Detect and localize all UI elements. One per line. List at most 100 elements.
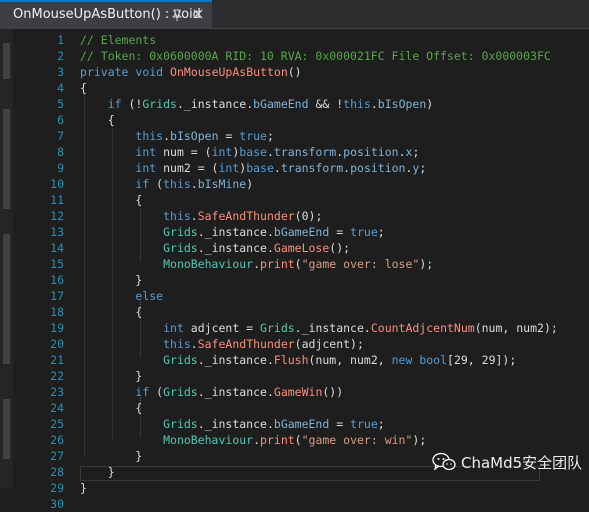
code-token: = [218, 129, 240, 143]
watermark: ChaMd5安全团队 [432, 449, 582, 475]
code-line: { [80, 192, 142, 208]
code-token: true [239, 129, 267, 143]
code-token: if [135, 385, 150, 399]
line-number: 17 [50, 289, 64, 303]
code-line: { [80, 400, 142, 416]
code-token: } [80, 449, 143, 463]
code-token: MonoBehaviour [163, 257, 254, 271]
code-token: true [350, 225, 378, 239]
line-number: 28 [50, 465, 64, 479]
line-number: 27 [50, 449, 64, 463]
code-token: "game over: lose" [301, 257, 420, 271]
code-token: { [80, 81, 87, 95]
code-token: ( [294, 257, 302, 271]
code-token: bIsOpen [377, 97, 427, 111]
code-token: { [80, 305, 143, 319]
code-token: . [163, 129, 171, 143]
code-token: { [80, 193, 143, 207]
code-token: transform [280, 161, 344, 175]
code-token: num2 = ( [156, 161, 219, 175]
code-token: ; [412, 145, 420, 159]
code-line: this.SafeAndThunder(adjcent); [80, 336, 364, 352]
line-number: 10 [50, 177, 64, 191]
code-token: true [350, 417, 378, 431]
code-line: MonoBehaviour.print("game over: win"); [80, 432, 426, 448]
code-line: int adjcent = Grids._instance.CountAdjce… [80, 320, 558, 336]
scroll-thumb[interactable] [3, 234, 10, 364]
code-token: (0); [294, 209, 323, 223]
code-token: // Elements [80, 33, 157, 47]
code-token: "game over: win" [301, 433, 413, 447]
line-number: 18 [50, 305, 64, 319]
code-token: ) [426, 97, 434, 111]
scroll-thumb[interactable] [3, 109, 10, 209]
line-number: 8 [57, 145, 64, 159]
code-token: if [107, 97, 122, 111]
tab-bar: OnMouseUpAsButton() : void [0, 0, 589, 29]
line-number: 21 [50, 353, 64, 367]
line-number: 12 [50, 209, 64, 223]
code-token: ()) [322, 385, 344, 399]
code-token: ; [266, 129, 274, 143]
code-token: && ! [308, 97, 344, 111]
line-number: 2 [57, 49, 64, 63]
tab-onmouseupasbutton[interactable]: OnMouseUpAsButton() : void [0, 0, 212, 28]
code-token: . [398, 145, 406, 159]
code-token: adjcent = [183, 321, 261, 335]
close-icon[interactable] [192, 8, 204, 20]
code-token: print [260, 257, 295, 271]
code-token: ; [419, 161, 427, 175]
code-token: ._instance. [294, 321, 371, 335]
watermark-text: ChaMd5安全团队 [461, 453, 583, 472]
code-token: ._instance. [197, 385, 274, 399]
code-token: OnMouseUpAsButton [170, 65, 288, 79]
code-token: Grids [163, 417, 198, 431]
left-scrollbar[interactable] [0, 29, 13, 488]
line-number: 26 [50, 433, 64, 447]
code-line: if (Grids._instance.GameWin()) [80, 384, 343, 400]
code-token: { [80, 113, 115, 127]
line-number: 6 [57, 113, 64, 127]
code-token: (! [121, 97, 143, 111]
code-token: bIsOpen [170, 129, 219, 143]
code-token: MonoBehaviour [163, 433, 254, 447]
code-token: } [80, 481, 87, 495]
code-token: Grids [260, 321, 295, 335]
code-token: base [246, 161, 274, 175]
pin-icon[interactable] [170, 8, 184, 22]
code-token: this [163, 337, 191, 351]
code-line: { [80, 80, 87, 96]
scroll-thumb[interactable] [3, 43, 10, 79]
code-token: int [218, 161, 240, 175]
code-token: ; [377, 417, 385, 431]
line-number: 3 [57, 65, 64, 79]
code-token: = [329, 417, 351, 431]
code-token: if [135, 177, 150, 191]
code-token: . [266, 145, 274, 159]
line-number: 25 [50, 417, 64, 431]
code-token: bool [419, 353, 448, 367]
code-token: private [80, 65, 129, 79]
code-token: bIsMine [197, 177, 247, 191]
code-token: (num, num2); [474, 321, 558, 335]
code-token: position [350, 161, 406, 175]
code-token: new [391, 353, 413, 367]
code-token: [29, 29]); [447, 353, 517, 367]
code-token: Grids [163, 241, 198, 255]
code-token: . [190, 337, 198, 351]
line-number: 30 [50, 497, 64, 511]
code-token: bGameEnd [253, 97, 309, 111]
code-token: int [135, 145, 157, 159]
code-token: ._instance. [176, 97, 254, 111]
code-token: () [287, 65, 302, 79]
line-number: 9 [57, 161, 64, 175]
scroll-thumb[interactable] [3, 399, 10, 459]
code-token: (num, num2, [308, 353, 392, 367]
